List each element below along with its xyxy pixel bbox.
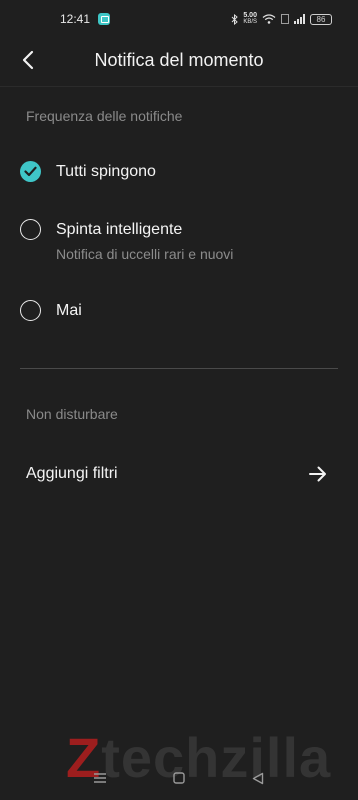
status-left: 12:41	[60, 12, 111, 26]
arrow-right-icon	[309, 466, 326, 482]
add-filters-label: Aggiungi filtri	[26, 465, 118, 482]
battery-icon: 86	[310, 13, 332, 25]
option-all[interactable]: Tutti spingono	[20, 161, 340, 182]
option-description: Notifica di uccelli rari e nuovi	[56, 246, 234, 262]
nav-menu-button[interactable]	[85, 763, 115, 793]
status-right: 5.00 KB/S 86	[231, 12, 332, 25]
header: Notifica del momento	[0, 38, 358, 82]
section-label-do-not-disturb: Non disturbare	[26, 406, 118, 422]
status-bar: 12:41 5.00 KB/S 86	[0, 0, 358, 38]
triangle-back-icon	[253, 772, 264, 784]
nav-home-button[interactable]	[164, 763, 194, 793]
volte-icon	[281, 14, 289, 24]
net-speed: 5.00 KB/S	[243, 12, 257, 25]
status-time: 12:41	[60, 12, 91, 26]
section-label-frequency: Frequenza delle notifiche	[26, 108, 183, 124]
option-label: Mai	[56, 302, 82, 319]
radio-unchecked-icon[interactable]	[20, 300, 41, 321]
bluetooth-icon	[231, 13, 239, 25]
option-text: Spinta intelligente Notifica di uccelli …	[56, 219, 233, 262]
checkmark-icon	[24, 166, 37, 177]
radio-checked-icon[interactable]	[20, 161, 41, 182]
app-notification-icon	[98, 13, 111, 25]
signal-icon	[294, 14, 305, 24]
option-label: Tutti spingono	[56, 163, 156, 180]
header-divider	[0, 86, 358, 87]
system-nav-bar	[0, 756, 358, 800]
option-smart[interactable]: Spinta intelligente Notifica di uccelli …	[20, 219, 340, 262]
wifi-icon	[262, 14, 276, 24]
square-home-icon	[173, 772, 185, 784]
option-text: Tutti spingono	[56, 161, 156, 182]
add-filters-row[interactable]: Aggiungi filtri	[0, 456, 358, 492]
back-button[interactable]	[14, 46, 42, 74]
option-never[interactable]: Mai	[20, 300, 340, 321]
page-title: Notifica del momento	[94, 49, 264, 70]
chevron-left-icon	[22, 50, 34, 70]
radio-unchecked-icon[interactable]	[20, 219, 41, 240]
menu-icon	[93, 773, 106, 783]
option-text: Mai	[56, 300, 82, 321]
section-divider	[20, 368, 338, 369]
nav-back-button[interactable]	[243, 763, 273, 793]
net-speed-unit: KB/S	[243, 19, 257, 25]
option-label: Spinta intelligente	[56, 221, 183, 238]
